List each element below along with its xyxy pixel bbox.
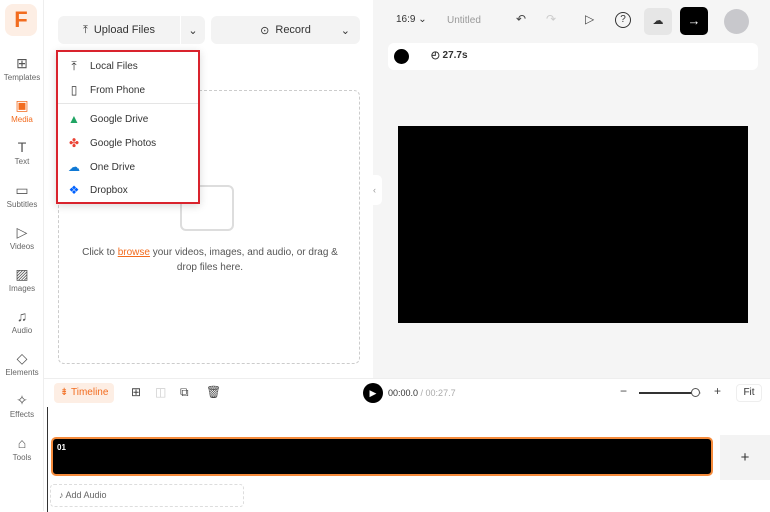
menu-item-dropbox[interactable]: ❖ Dropbox xyxy=(66,181,128,199)
arrow-right-icon: → xyxy=(687,13,701,28)
menu-item-local-files[interactable]: ⤒ Local Files xyxy=(66,57,137,75)
menu-item-one-drive[interactable]: ☁ One Drive xyxy=(66,158,135,176)
upload-source-menu: ⤒ Local Files ▯ From Phone ▲ Google Drive ✤… xyxy=(56,50,200,204)
phone-icon: ▯ xyxy=(70,83,78,97)
duplicate-icon[interactable]: ⧉ xyxy=(180,385,189,400)
sidebar-item-elements[interactable]: ◇ Elements xyxy=(0,350,44,377)
export-button[interactable]: → xyxy=(680,7,708,35)
timeline-panel: ⇟ Timeline ⊞ ◫ ⧉ 🗑 ▶ 00:00.0 / 00:27.7 −… xyxy=(44,378,770,512)
subtitles-icon: ▭ xyxy=(15,182,29,198)
upload-icon: ⤒ xyxy=(71,58,77,73)
sidebar-item-images[interactable]: ▨ Images xyxy=(0,266,44,293)
chevron-down-icon: ⌄ xyxy=(340,24,350,37)
sidebar-label: Effects xyxy=(9,410,35,419)
add-clip-icon[interactable]: ⊞ xyxy=(131,385,141,399)
preview-play-icon[interactable]: ▷ xyxy=(585,12,594,26)
menu-item-google-drive[interactable]: ▲ Google Drive xyxy=(66,110,148,128)
sidebar-label: Audio xyxy=(11,326,33,335)
playhead[interactable] xyxy=(47,407,48,512)
video-canvas[interactable] xyxy=(398,126,748,323)
chevron-down-icon: ⌄ xyxy=(418,14,427,25)
delete-icon[interactable]: 🗑 xyxy=(206,385,221,399)
duration-display[interactable]: ◴ 27.7s xyxy=(431,50,468,61)
cloud-save-button[interactable]: ☁ xyxy=(644,8,672,35)
upload-dropdown-toggle[interactable]: ⌄ xyxy=(181,16,205,44)
sidebar-item-text[interactable]: T Text xyxy=(0,139,44,166)
sidebar-label: Templates xyxy=(3,73,41,82)
record-label: Record xyxy=(275,24,311,36)
sidebar-label: Tools xyxy=(12,453,32,462)
sidebar-item-videos[interactable]: ▷ Videos xyxy=(0,224,44,251)
chevron-down-icon: ⌄ xyxy=(188,24,198,37)
sidebar-item-effects[interactable]: ✧ Effects xyxy=(0,392,44,419)
templates-icon: ⊞ xyxy=(16,55,28,71)
split-icon[interactable]: ◫ xyxy=(155,385,166,399)
project-title[interactable]: Untitled xyxy=(447,15,481,26)
undo-icon[interactable]: ↶ xyxy=(516,12,526,26)
video-clip-track[interactable]: 01 xyxy=(51,437,713,476)
aspect-ratio-select[interactable]: 16:9 ⌄ xyxy=(396,14,427,25)
upload-files-button[interactable]: ⤒ Upload Files xyxy=(58,16,180,44)
add-audio-button[interactable]: ♪ Add Audio xyxy=(50,484,244,507)
browse-link[interactable]: browse xyxy=(118,247,150,258)
menu-divider xyxy=(58,103,198,104)
images-icon: ▨ xyxy=(15,266,29,282)
sidebar-item-tools[interactable]: ⌂ Tools xyxy=(0,435,44,462)
preview-area: 16:9 ⌄ Untitled ↶ ↷ ▷ ? ☁ → ◴ 27.7s ‹ xyxy=(373,0,770,378)
media-folder-icon: ▣ xyxy=(15,97,29,113)
onedrive-icon: ☁ xyxy=(68,160,80,174)
sidebar-item-subtitles[interactable]: ▭ Subtitles xyxy=(0,182,44,209)
tools-icon: ⌂ xyxy=(17,435,27,451)
canvas-toolbar: ◴ 27.7s xyxy=(388,43,758,70)
upload-label: Upload Files xyxy=(93,24,155,36)
dropbox-icon: ❖ xyxy=(68,183,80,197)
avatar[interactable] xyxy=(724,9,749,34)
videos-icon: ▷ xyxy=(16,224,28,240)
menu-item-google-photos[interactable]: ✤ Google Photos xyxy=(66,134,156,152)
sidebar-label: Text xyxy=(14,157,30,166)
clip-label: 01 xyxy=(57,443,66,452)
menu-item-from-phone[interactable]: ▯ From Phone xyxy=(66,81,145,99)
zoom-in-icon[interactable]: + xyxy=(714,384,721,398)
sidebar: F ⊞ Templates ▣ Media T Text ▭ Subtitles ▷ Vi… xyxy=(0,0,44,511)
collapse-panel-handle[interactable]: ‹ xyxy=(373,175,382,205)
play-button[interactable]: ▶ xyxy=(363,383,383,403)
sidebar-label: Videos xyxy=(9,242,35,251)
sidebar-label: Subtitles xyxy=(6,200,38,209)
fit-button[interactable]: Fit xyxy=(736,384,762,402)
background-color-swatch[interactable] xyxy=(394,49,409,64)
sidebar-label: Elements xyxy=(5,368,39,377)
app-logo: F xyxy=(5,4,37,36)
record-icon: ⊙ xyxy=(260,24,270,37)
add-clip-button[interactable]: + xyxy=(720,435,770,480)
google-drive-icon: ▲ xyxy=(68,112,80,126)
google-photos-icon: ✤ xyxy=(68,136,80,150)
record-button[interactable]: ⊙ Record ⌄ xyxy=(211,16,360,44)
timeline-tab[interactable]: ⇟ Timeline xyxy=(54,383,115,403)
music-note-icon: ♪ xyxy=(59,490,64,500)
elements-icon: ◇ xyxy=(16,350,28,366)
timeline-icon: ⇟ xyxy=(60,387,69,398)
sidebar-label: Images xyxy=(8,284,36,293)
audio-icon: ♫ xyxy=(16,308,28,324)
effects-icon: ✧ xyxy=(16,392,28,408)
playback-time: 00:00.0 / 00:27.7 xyxy=(388,388,456,398)
drop-instructions: Click to browse your videos, images, and… xyxy=(82,247,338,273)
sidebar-item-audio[interactable]: ♫ Audio xyxy=(0,308,44,335)
sidebar-item-media[interactable]: ▣ Media xyxy=(0,97,44,124)
text-icon: T xyxy=(17,139,27,155)
help-icon[interactable]: ? xyxy=(615,12,631,28)
cloud-icon: ☁ xyxy=(652,15,664,27)
zoom-slider[interactable] xyxy=(639,388,701,397)
redo-icon[interactable]: ↷ xyxy=(546,12,556,26)
zoom-out-icon[interactable]: − xyxy=(620,384,627,398)
clock-icon: ◴ xyxy=(431,50,440,61)
sidebar-label: Media xyxy=(11,115,33,124)
sidebar-item-templates[interactable]: ⊞ Templates xyxy=(0,55,44,82)
upload-icon: ⤒ xyxy=(82,23,88,36)
